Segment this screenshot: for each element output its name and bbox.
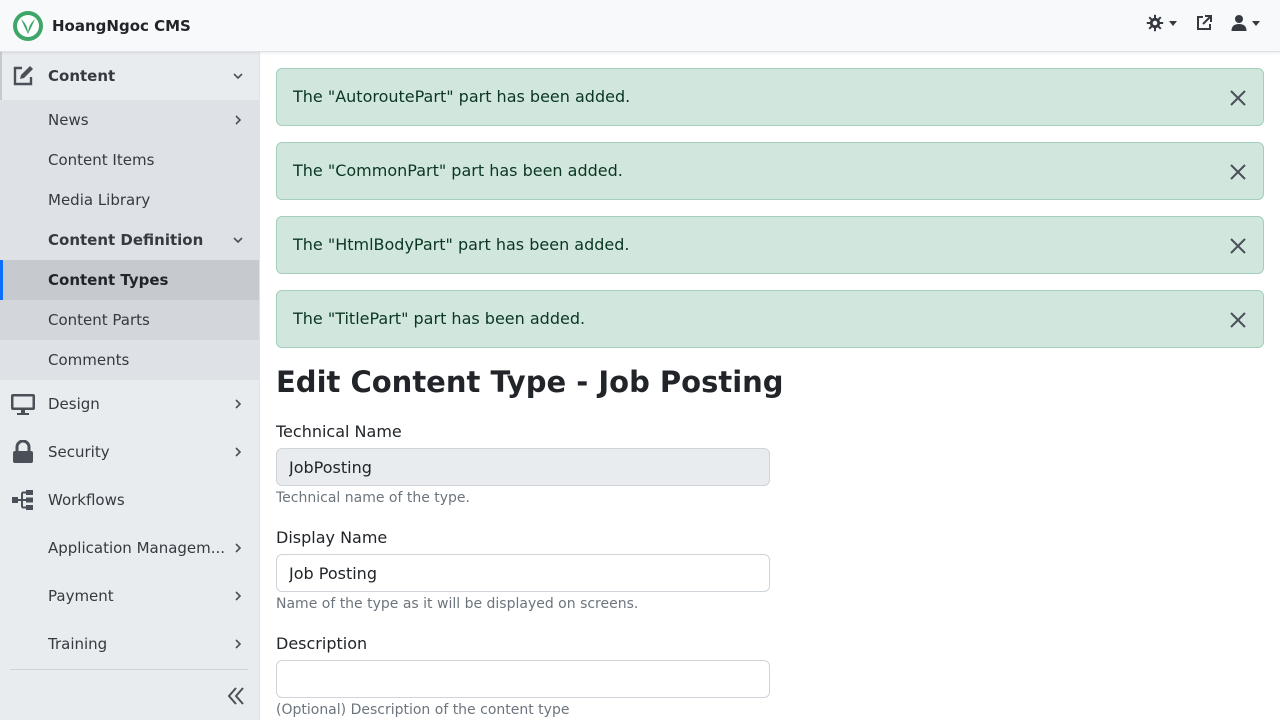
sidebar-item-content-definition[interactable]: Content Definition	[0, 220, 259, 260]
logo-icon	[13, 11, 43, 41]
theme-toggle-button[interactable]	[1146, 14, 1177, 32]
sidebar-item-label: Security	[48, 443, 110, 461]
chevron-down-icon	[233, 73, 243, 80]
description-help: (Optional) Description of the content ty…	[276, 702, 570, 718]
alert-message: The "AutoroutePart" part has been added.	[293, 87, 631, 106]
sidebar-item-training[interactable]: Training	[0, 620, 259, 668]
sidebar-divider	[10, 669, 248, 670]
sidebar-item-media-library[interactable]: Media Library	[0, 180, 259, 220]
chevron-down-icon	[233, 237, 243, 244]
description-input[interactable]	[276, 660, 770, 698]
chevron-right-icon	[235, 447, 242, 457]
sidebar-item-content-items[interactable]: Content Items	[0, 140, 259, 180]
success-alert: The "HtmlBodyPart" part has been added.	[276, 216, 1264, 274]
close-icon[interactable]	[1229, 163, 1247, 181]
sidebar-item-label: Content Types	[48, 271, 169, 289]
technical-name-input[interactable]	[276, 448, 770, 486]
close-icon[interactable]	[1229, 237, 1247, 255]
sidebar-item-label: Content	[48, 67, 116, 85]
page-title: Edit Content Type - Job Posting	[276, 365, 784, 399]
sidebar-item-label: Content Parts	[48, 311, 150, 329]
app-title: HoangNgoc CMS	[52, 17, 191, 35]
caret-down-icon	[1252, 20, 1260, 26]
sidebar-item-label: Content Definition	[48, 231, 204, 249]
sidebar-item-label: Application Managem...	[48, 539, 226, 557]
user-icon	[1231, 15, 1247, 31]
monitor-icon	[10, 391, 36, 417]
display-name-help: Name of the type as it will be displayed…	[276, 596, 639, 612]
close-icon[interactable]	[1229, 311, 1247, 329]
sidebar-item-comments[interactable]: Comments	[0, 340, 259, 380]
alert-message: The "TitlePart" part has been added.	[293, 309, 586, 328]
description-label: Description	[276, 634, 368, 653]
display-name-label: Display Name	[276, 528, 388, 547]
chevron-right-icon	[235, 399, 242, 409]
sidebar-item-security[interactable]: Security	[0, 428, 259, 476]
alert-message: The "CommonPart" part has been added.	[293, 161, 623, 180]
external-link-icon	[1197, 15, 1212, 30]
display-name-input[interactable]	[276, 554, 770, 592]
sidebar: Content News Content Items Media Library…	[0, 52, 260, 720]
success-alert: The "CommonPart" part has been added.	[276, 142, 1264, 200]
lock-icon	[10, 439, 36, 465]
brand-link[interactable]: HoangNgoc CMS	[12, 10, 191, 42]
sidebar-item-design[interactable]: Design	[0, 380, 259, 428]
sidebar-item-label: Design	[48, 395, 100, 413]
chevron-right-icon	[235, 115, 242, 125]
chevron-right-icon	[235, 543, 242, 553]
sidebar-item-workflows[interactable]: Workflows	[0, 476, 259, 524]
sidebar-item-label: News	[48, 111, 89, 129]
sidebar-item-content-types[interactable]: Content Types	[0, 260, 259, 300]
user-menu-button[interactable]	[1231, 14, 1260, 32]
double-chevron-left-icon[interactable]	[224, 684, 248, 708]
visit-site-button[interactable]	[1195, 14, 1213, 32]
sidebar-item-label: Training	[48, 635, 108, 653]
gear-icon	[1146, 14, 1164, 32]
sitemap-icon	[10, 487, 36, 513]
chevron-right-icon	[235, 591, 242, 601]
sidebar-item-label: Content Items	[48, 151, 155, 169]
technical-name-help: Technical name of the type.	[276, 490, 470, 506]
caret-down-icon	[1169, 20, 1177, 26]
active-indicator	[0, 260, 3, 300]
sidebar-item-content[interactable]: Content	[0, 52, 259, 100]
top-navbar: HoangNgoc CMS	[0, 0, 1280, 52]
edit-icon	[10, 63, 36, 89]
technical-name-label: Technical Name	[276, 422, 402, 441]
chevron-right-icon	[235, 639, 242, 649]
alert-message: The "HtmlBodyPart" part has been added.	[293, 235, 630, 254]
sidebar-item-label: Comments	[48, 351, 130, 369]
sidebar-item-application-management[interactable]: Application Managem...	[0, 524, 259, 572]
sidebar-item-label: Payment	[48, 587, 114, 605]
sidebar-item-label: Workflows	[48, 491, 125, 509]
sidebar-item-news[interactable]: News	[0, 100, 259, 140]
success-alert: The "AutoroutePart" part has been added.	[276, 68, 1264, 126]
sidebar-item-content-parts[interactable]: Content Parts	[0, 300, 259, 340]
sidebar-item-label: Media Library	[48, 191, 151, 209]
sidebar-item-payment[interactable]: Payment	[0, 572, 259, 620]
close-icon[interactable]	[1229, 89, 1247, 107]
success-alert: The "TitlePart" part has been added.	[276, 290, 1264, 348]
